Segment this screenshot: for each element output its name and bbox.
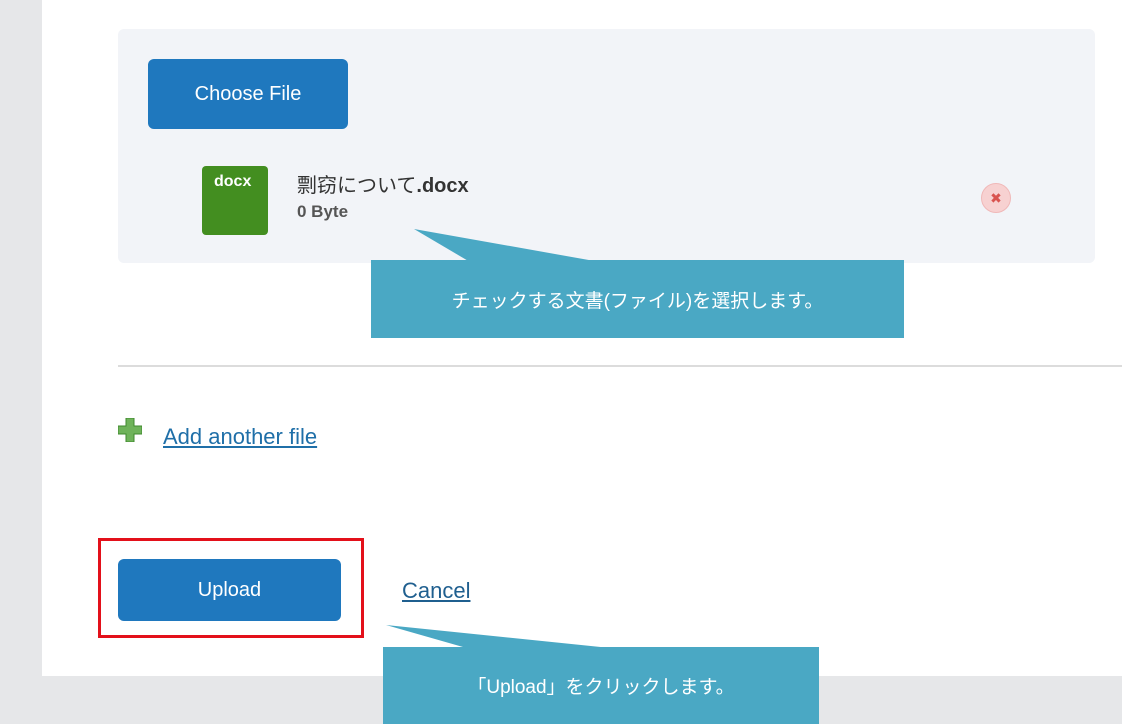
add-another-file-link[interactable]: Add another file	[163, 424, 317, 450]
callout-click-upload: 「Upload」をクリックします。	[383, 647, 819, 724]
plus-icon[interactable]	[118, 418, 142, 442]
callout-select-document-text: チェックする文書(ファイル)を選択します。	[451, 290, 824, 312]
upload-button[interactable]: Upload	[118, 559, 341, 621]
divider	[118, 365, 1122, 367]
callout-select-document: チェックする文書(ファイル)を選択します。	[371, 260, 904, 338]
callout-click-upload-text: 「Upload」をクリックします。	[467, 677, 735, 698]
upload-button-label: Upload	[197, 578, 262, 601]
cancel-link[interactable]: Cancel	[402, 578, 470, 604]
